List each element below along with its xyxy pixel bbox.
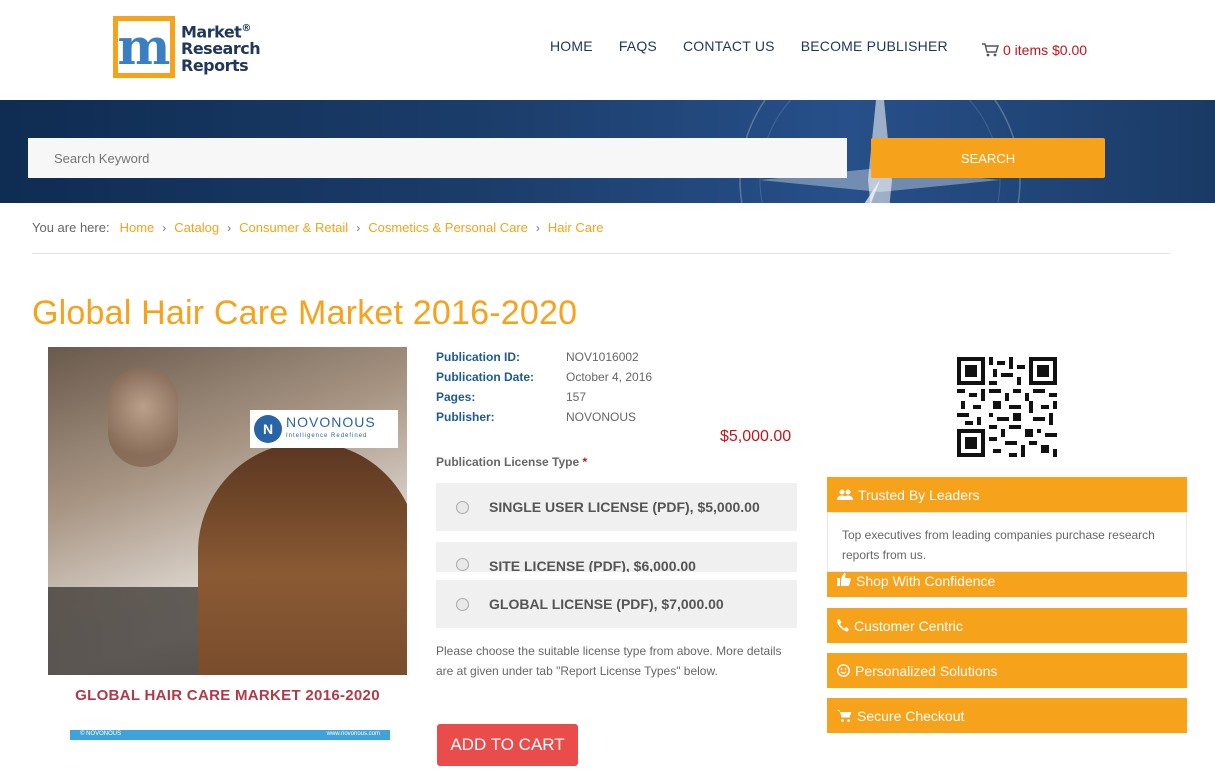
logo-registered: ®	[241, 22, 251, 34]
feature-shop-with-confidence[interactable]: Shop With Confidence	[827, 572, 1187, 597]
page-title: Global Hair Care Market 2016-2020	[32, 294, 578, 332]
meta-row: Publisher: NOVONOUS	[436, 410, 652, 430]
feature-personalized-solutions[interactable]: Personalized Solutions	[827, 653, 1187, 688]
users-icon	[837, 489, 853, 500]
publication-meta: Publication ID: NOV1016002 Publication D…	[436, 350, 652, 430]
meta-label: Pages:	[436, 390, 476, 404]
license-radio[interactable]	[456, 558, 469, 571]
add-to-cart-button[interactable]: ADD TO CART	[437, 724, 578, 766]
search-banner: SEARCH	[0, 100, 1215, 203]
feature-label: Personalized Solutions	[855, 662, 998, 679]
license-option-site[interactable]: SITE LICENSE (PDF), $6,000.00	[436, 542, 797, 572]
site-header: m Market® Research Reports HOME FAQS CON…	[0, 0, 1215, 100]
meta-value: 157	[566, 390, 587, 404]
feature-label: Shop With Confidence	[856, 573, 996, 589]
cover-footer-right: www.novonous.com	[326, 731, 380, 737]
meta-value: NOV1016002	[566, 350, 639, 364]
price: $5,000.00	[720, 428, 792, 445]
license-note: Please choose the suitable license type …	[436, 644, 782, 678]
feature-secure-checkout[interactable]: Secure Checkout	[827, 698, 1187, 733]
main-nav: HOME FAQS CONTACT US BECOME PUBLISHER	[550, 38, 974, 54]
thumbs-up-icon	[837, 573, 851, 586]
meta-row: Pages: 157	[436, 390, 652, 410]
license-radio[interactable]	[456, 597, 469, 611]
nav-home[interactable]: HOME	[550, 38, 593, 54]
cover-footer-left: © NOVONOUS	[80, 731, 122, 737]
breadcrumb-hair-care[interactable]: Hair Care	[548, 220, 604, 235]
meta-value: October 4, 2016	[566, 370, 653, 384]
breadcrumb-consumer-retail[interactable]: Consumer & Retail	[239, 220, 348, 235]
chevron-right-icon: ›	[162, 220, 167, 235]
smile-icon	[837, 664, 850, 677]
nav-become-publisher[interactable]: BECOME PUBLISHER	[801, 38, 948, 54]
meta-label: Publication ID:	[436, 350, 520, 364]
search-button[interactable]: SEARCH	[871, 138, 1105, 178]
cover-tagline: Intelligence Redefined	[286, 433, 368, 439]
feature-trusted-by-leaders[interactable]: Trusted By Leaders	[827, 477, 1187, 512]
chevron-right-icon: ›	[356, 220, 361, 235]
cart-icon	[837, 710, 852, 722]
license-type-label: Publication License Type *	[436, 455, 587, 469]
report-cover-image: N NOVONOUS Intelligence Redefined GLOBAL …	[48, 347, 407, 772]
cart-summary: 0 items $0.00	[1003, 42, 1088, 58]
license-option-label: SINGLE USER LICENSE (PDF), $5,000.00	[489, 499, 760, 515]
site-logo[interactable]: m Market® Research Reports	[113, 16, 261, 78]
novonous-icon: N	[254, 415, 282, 443]
cover-title: GLOBAL HAIR CARE MARKET 2016-2020	[75, 687, 380, 704]
breadcrumb-catalog[interactable]: Catalog	[174, 220, 219, 235]
chevron-right-icon: ›	[227, 220, 232, 235]
chevron-right-icon: ›	[535, 220, 540, 235]
divider	[32, 253, 1170, 254]
logo-mark: m	[113, 16, 175, 78]
meta-value: NOVONOUS	[566, 410, 637, 424]
breadcrumb-home[interactable]: Home	[120, 220, 155, 235]
license-option-single-user[interactable]: SINGLE USER LICENSE (PDF), $5,000.00	[436, 483, 797, 531]
breadcrumb: You are here: Home › Catalog › Consumer …	[32, 220, 604, 235]
feature-label: Customer Centric	[854, 617, 963, 634]
license-option-global[interactable]: GLOBAL LICENSE (PDF), $7,000.00	[436, 580, 797, 628]
logo-text: Market® Research Reports	[181, 20, 261, 76]
phone-icon	[837, 619, 849, 632]
header-cart[interactable]: 0 items $0.00	[982, 42, 1087, 58]
feature-customer-centric[interactable]: Customer Centric	[827, 608, 1187, 643]
breadcrumb-cosmetics[interactable]: Cosmetics & Personal Care	[368, 220, 528, 235]
license-option-label: GLOBAL LICENSE (PDF), $7,000.00	[489, 596, 724, 612]
cart-icon	[982, 43, 999, 57]
nav-contact-us[interactable]: CONTACT US	[683, 38, 775, 54]
meta-label: Publication Date:	[436, 370, 535, 384]
breadcrumb-prefix: You are here:	[32, 220, 110, 235]
qr-code	[957, 357, 1057, 457]
publisher-logo: N NOVONOUS Intelligence Redefined	[250, 410, 398, 448]
meta-row: Publication Date: October 4, 2016	[436, 370, 652, 390]
license-label-text: Publication License Type	[436, 455, 580, 469]
feature-label: Trusted By Leaders	[858, 486, 980, 503]
cover-footer-bar: © NOVONOUS www.novonous.com	[70, 730, 390, 740]
cover-brand: NOVONOUS	[286, 414, 376, 430]
required-mark: *	[582, 455, 588, 469]
logo-line-2: Research	[181, 39, 261, 59]
meta-row: Publication ID: NOV1016002	[436, 350, 652, 370]
meta-label: Publisher:	[436, 410, 495, 424]
feature-description: Top executives from leading companies pu…	[827, 512, 1187, 572]
nav-faqs[interactable]: FAQS	[619, 38, 657, 54]
license-option-label: SITE LICENSE (PDF), $6,000.00	[489, 558, 696, 572]
logo-line-3: Reports	[181, 56, 249, 76]
search-input[interactable]	[28, 138, 847, 178]
feature-label: Secure Checkout	[857, 707, 965, 724]
license-radio[interactable]	[456, 500, 469, 514]
